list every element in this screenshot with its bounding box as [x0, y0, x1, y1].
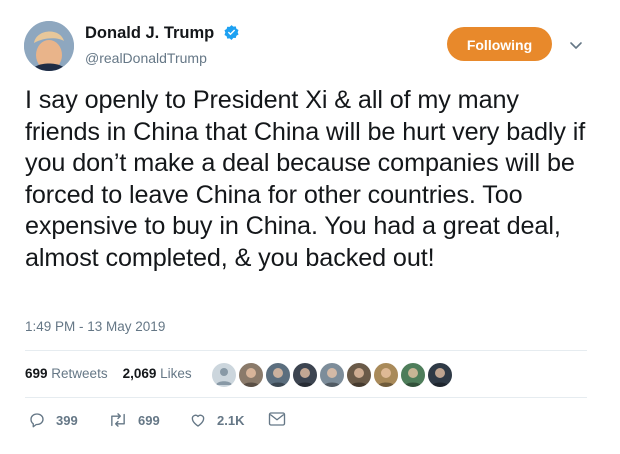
retweet-button[interactable]: 699: [108, 411, 160, 429]
reply-count: 399: [56, 412, 78, 428]
heart-icon: [191, 414, 205, 427]
reply-icon: [30, 413, 44, 428]
retweets-stat[interactable]: 699 Retweets: [25, 366, 108, 381]
verified-badge-icon: [223, 24, 240, 46]
reply-button[interactable]: 399: [28, 411, 78, 429]
liker-avatar-7[interactable]: [400, 362, 426, 388]
retweet-icon: [111, 413, 125, 427]
liker-avatar-3[interactable]: [292, 362, 318, 388]
tweet-timestamp[interactable]: 1:49 PM - 13 May 2019: [25, 319, 165, 334]
divider: [25, 397, 587, 398]
liker-avatar-2[interactable]: [265, 362, 291, 388]
liker-avatar-1[interactable]: [238, 362, 264, 388]
retweets-count: 699: [25, 366, 48, 381]
liker-avatar-4[interactable]: [319, 362, 345, 388]
direct-message-button[interactable]: [268, 411, 296, 427]
likes-stat[interactable]: 2,069 Likes: [123, 366, 192, 381]
default-avatar[interactable]: [211, 362, 237, 388]
like-button[interactable]: 2.1K: [189, 411, 244, 429]
following-button[interactable]: Following: [447, 27, 552, 61]
envelope-icon: [268, 412, 286, 426]
like-count: 2.1K: [217, 412, 245, 428]
likes-count: 2,069: [122, 366, 157, 381]
retweet-count: 699: [138, 412, 160, 428]
likes-label: Likes: [160, 366, 192, 381]
liker-avatar-6[interactable]: [373, 362, 399, 388]
liker-avatar-8[interactable]: [427, 362, 453, 388]
author-name[interactable]: Donald J. Trump: [85, 24, 240, 46]
liker-avatar-5[interactable]: [346, 362, 372, 388]
divider: [25, 350, 587, 351]
tweet-stats: 699 Retweets 2,069 Likes: [25, 366, 192, 381]
author-avatar[interactable]: [24, 21, 74, 71]
tweet-text: I say openly to President Xi & all of my…: [25, 86, 586, 272]
retweets-label: Retweets: [51, 366, 108, 381]
chevron-down-icon[interactable]: [568, 37, 584, 53]
author-handle[interactable]: @realDonaldTrump: [85, 50, 207, 66]
author-name-text[interactable]: Donald J. Trump: [85, 24, 214, 42]
